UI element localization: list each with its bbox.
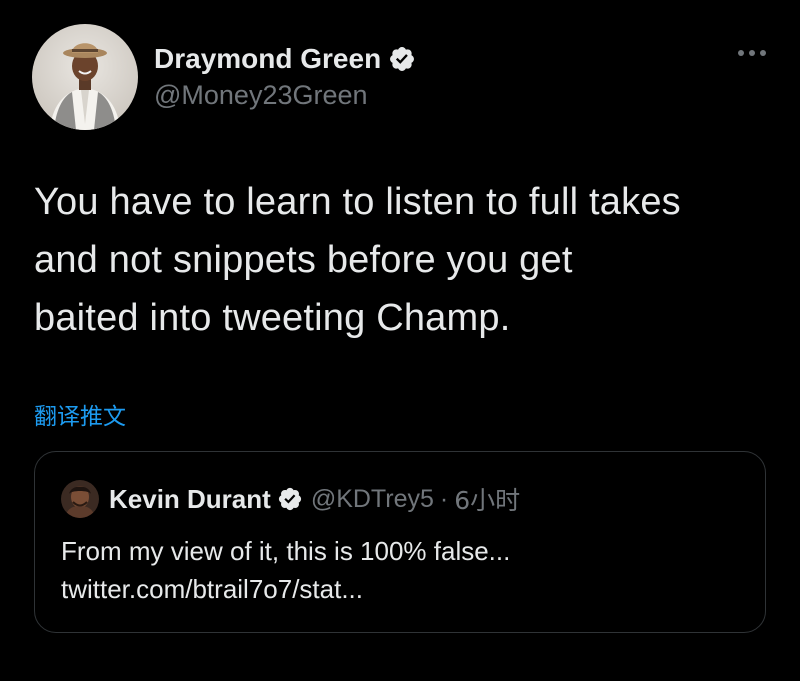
- translate-tweet-link[interactable]: 翻译推文: [34, 397, 126, 431]
- separator-dot: ·: [439, 484, 449, 513]
- author-name-row: Draymond Green: [154, 42, 416, 76]
- verified-badge-icon: [278, 487, 301, 511]
- author-names: Draymond Green @Money23Green: [154, 42, 416, 112]
- quoted-tweet-link-text[interactable]: twitter.com/btrail7o7/stat...: [61, 570, 751, 608]
- author-avatar[interactable]: [32, 24, 138, 130]
- tweet-text-line: You have to learn to listen to full take…: [34, 181, 681, 223]
- quoted-author-handle[interactable]: @KDTrey5: [311, 485, 434, 514]
- author-display-name[interactable]: Draymond Green: [154, 42, 381, 76]
- tweet-text-line: and not snippets before you get: [34, 239, 573, 281]
- more-options-icon[interactable]: [738, 50, 766, 56]
- quoted-tweet-time[interactable]: 6小时: [454, 481, 520, 517]
- verified-badge-icon: [390, 47, 415, 71]
- quoted-tweet-text: From my view of it, this is 100% false..…: [61, 532, 751, 608]
- author-handle[interactable]: @Money23Green: [154, 78, 416, 112]
- tweet-header: Draymond Green @Money23Green: [32, 24, 416, 130]
- quoted-tweet-text-line: From my view of it, this is 100% false..…: [61, 536, 511, 566]
- quoted-tweet[interactable]: Kevin Durant @KDTrey5 · 6小时 From my view…: [34, 451, 766, 633]
- quoted-tweet-header: Kevin Durant @KDTrey5 · 6小时: [61, 480, 520, 518]
- quoted-author-display-name[interactable]: Kevin Durant: [109, 484, 271, 515]
- tweet: Draymond Green @Money23Green You have to…: [0, 0, 800, 681]
- tweet-text: You have to learn to listen to full take…: [34, 173, 774, 347]
- quoted-author-avatar[interactable]: [61, 480, 99, 518]
- tweet-text-line: baited into tweeting Champ.: [34, 297, 511, 339]
